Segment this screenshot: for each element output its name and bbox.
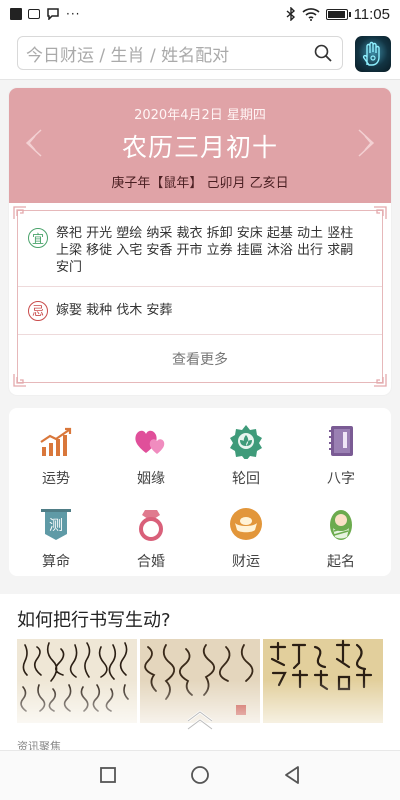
home-icon[interactable]	[189, 764, 211, 786]
avoid-badge: 忌	[28, 300, 48, 321]
tool-label: 八字	[327, 471, 355, 487]
tool-label: 算命	[42, 554, 70, 570]
recent-apps-icon[interactable]	[97, 764, 119, 786]
almanac-card[interactable]: 2020年4月2日 星期四 农历三月初十 庚子年【鼠年】 己卯月 乙亥日 宜 祭…	[9, 88, 391, 395]
battery-icon	[325, 8, 351, 20]
search-placeholder: 今日财运 / 生肖 / 姓名配对	[26, 45, 230, 66]
banner-glyph: 测	[49, 518, 63, 534]
ring-icon	[139, 510, 163, 541]
lotus-badge-icon	[230, 425, 262, 461]
tool-label: 财运	[232, 554, 260, 570]
suitable-text: 祭祀 开光 塑绘 纳采 裁衣 拆卸 安床 起基 动土 竖柱 上梁 移徙 入宅 安…	[56, 226, 354, 275]
tool-label: 姻缘	[137, 471, 165, 487]
see-more-button[interactable]: 查看更多	[18, 335, 382, 383]
book-icon	[329, 426, 353, 456]
search-input[interactable]: 今日财运 / 生肖 / 姓名配对	[17, 36, 343, 70]
palm-icon	[362, 41, 380, 66]
tool-reincarnation[interactable]: 轮回	[206, 423, 286, 488]
tool-naming[interactable]: 起名	[301, 506, 381, 571]
gallery-notification-icon	[28, 9, 40, 19]
baby-icon	[330, 510, 352, 540]
suitable-badge: 宜	[28, 228, 48, 248]
ganzhi-date: 庚子年【鼠年】 己卯月 乙亥日	[111, 176, 289, 191]
tool-label: 合婚	[137, 554, 165, 570]
back-icon[interactable]	[281, 764, 303, 786]
avoid-row: 忌 嫁娶 栽种 伐木 安葬	[18, 287, 382, 335]
tool-wealth[interactable]: 财运	[206, 506, 286, 571]
tool-marriage-fate[interactable]: 姻缘	[111, 423, 191, 488]
more-notifications-icon: ···	[66, 7, 81, 21]
almanac-header: 2020年4月2日 星期四 农历三月初十 庚子年【鼠年】 己卯月 乙亥日	[9, 88, 391, 203]
notification-app-icon	[10, 8, 22, 20]
suitable-row: 宜 祭祀 开光 塑绘 纳采 裁衣 拆卸 安床 起基 动土 竖柱 上梁 移徙 入宅…	[18, 211, 382, 287]
tool-bazi[interactable]: 八字	[301, 423, 381, 488]
wifi-icon	[302, 7, 320, 21]
bluetooth-icon	[286, 7, 295, 21]
scroll-up-chevron-icon[interactable]	[184, 709, 216, 731]
article-title: 如何把行书写生动?	[17, 610, 171, 631]
trend-chart-icon	[40, 427, 72, 456]
article-card[interactable]: 如何把行书写生动? 资讯聚焦	[0, 594, 400, 764]
tools-grid: 运势 姻缘 轮回 八字 测 算命 合婚 财运 起名	[9, 408, 391, 576]
banner-icon: 测	[41, 509, 71, 540]
almanac-body: 宜 祭祀 开光 塑绘 纳采 裁衣 拆卸 安床 起基 动土 竖柱 上梁 移徙 入宅…	[13, 206, 387, 387]
status-bar: ··· 11:05	[0, 0, 400, 28]
avoid-text: 嫁娶 栽种 伐木 安葬	[56, 303, 173, 318]
gold-ingot-icon	[230, 508, 262, 540]
tool-label: 起名	[327, 554, 355, 570]
search-icon[interactable]	[314, 44, 332, 62]
lunar-date: 农历三月初十	[121, 133, 278, 162]
gregorian-date: 2020年4月2日 星期四	[134, 108, 266, 123]
tool-fortune-telling[interactable]: 测 算命	[16, 506, 96, 571]
hearts-icon	[135, 430, 165, 454]
system-nav-bar	[0, 750, 400, 800]
tool-label: 运势	[42, 471, 70, 487]
palm-reading-app-icon[interactable]	[355, 36, 391, 72]
clock: 11:05	[353, 5, 390, 23]
chat-notification-icon	[47, 8, 59, 20]
tool-marriage-match[interactable]: 合婚	[111, 506, 191, 571]
tool-label: 轮回	[232, 471, 260, 487]
tool-fortune[interactable]: 运势	[16, 423, 96, 488]
header: 今日财运 / 生肖 / 姓名配对	[0, 28, 400, 80]
